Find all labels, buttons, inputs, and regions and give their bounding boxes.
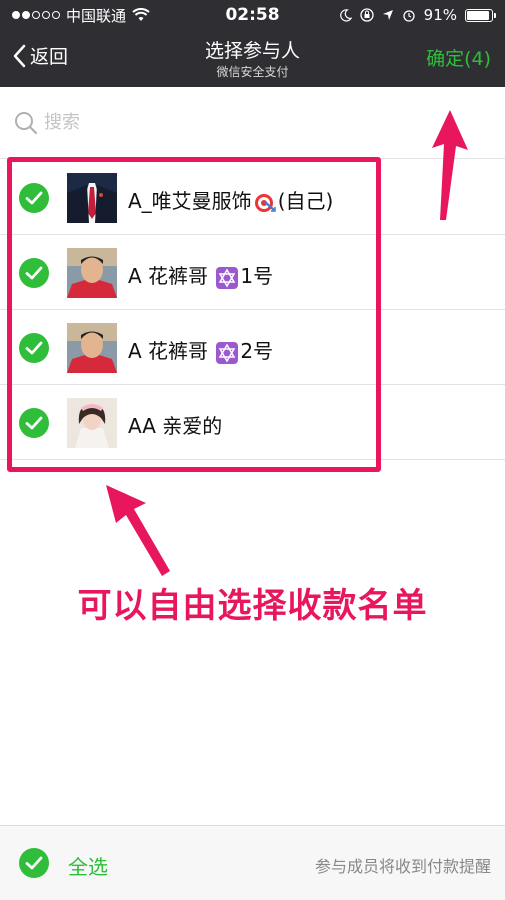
star-of-david-emoji-icon [216,266,239,289]
annotation-caption: 可以自由选择收款名单 [77,586,428,626]
moon-icon [339,8,352,22]
contact-row[interactable]: A 花裤哥 2号 [0,310,505,385]
target-emoji-icon [254,193,276,212]
search-input[interactable] [44,107,484,137]
avatar [67,173,117,223]
avatar [67,398,117,448]
avatar [67,323,117,373]
contact-name-suffix: (自己) [277,189,334,213]
status-bar: 中国联通 02:58 91% [0,0,505,30]
contact-name: A 花裤哥 1号 [128,260,273,289]
contact-name-text: AA 亲爱的 [128,414,223,438]
star-of-david-emoji-icon [216,341,239,364]
checked-circle-icon[interactable] [18,182,50,214]
annotation-arrow-up-icon [432,110,468,220]
wifi-icon [132,8,150,21]
contact-name: A 花裤哥 2号 [128,335,273,364]
battery-fill [467,10,489,20]
contact-name-text: A_唯艾曼服饰 [128,189,252,213]
status-left: 中国联通 [12,5,150,26]
confirm-button[interactable]: 确定(4) [426,44,491,71]
bottom-hint: 参与成员将收到付款提醒 [314,857,491,876]
carrier-label: 中国联通 [66,6,127,25]
signal-strength-icon [12,11,60,19]
annotation-arrow-left-up-icon [106,485,170,576]
contact-row[interactable]: A 花裤哥 1号 [0,235,505,310]
contact-name: AA 亲爱的 [128,410,222,439]
contact-name-text: A 花裤哥 [128,264,215,288]
alarm-clock-icon [403,10,415,22]
bottom-bar: 全选 参与成员将收到付款提醒 [0,825,505,900]
contact-name-suffix: 2号 [240,339,274,363]
battery-percent: 91% [423,6,457,24]
select-all-checkbox-icon[interactable] [18,847,50,879]
checked-circle-icon[interactable] [18,407,50,439]
nav-bar: 返回 选择参与人 微信安全支付 确定(4) [0,30,505,87]
checked-circle-icon[interactable] [18,257,50,289]
select-all-button[interactable]: 全选 [68,851,108,880]
status-right: 91% [339,6,496,24]
avatar [67,248,117,298]
orientation-lock-icon [360,8,374,22]
battery-icon [465,8,496,22]
contact-name-text: A 花裤哥 [128,339,215,363]
search-icon [15,112,38,135]
contact-row[interactable]: AA 亲爱的 [0,385,505,460]
contact-name-suffix: 1号 [240,264,274,288]
contact-name: A_唯艾曼服饰 (自己) [128,185,333,214]
location-arrow-icon [382,10,393,20]
checked-circle-icon[interactable] [18,332,50,364]
